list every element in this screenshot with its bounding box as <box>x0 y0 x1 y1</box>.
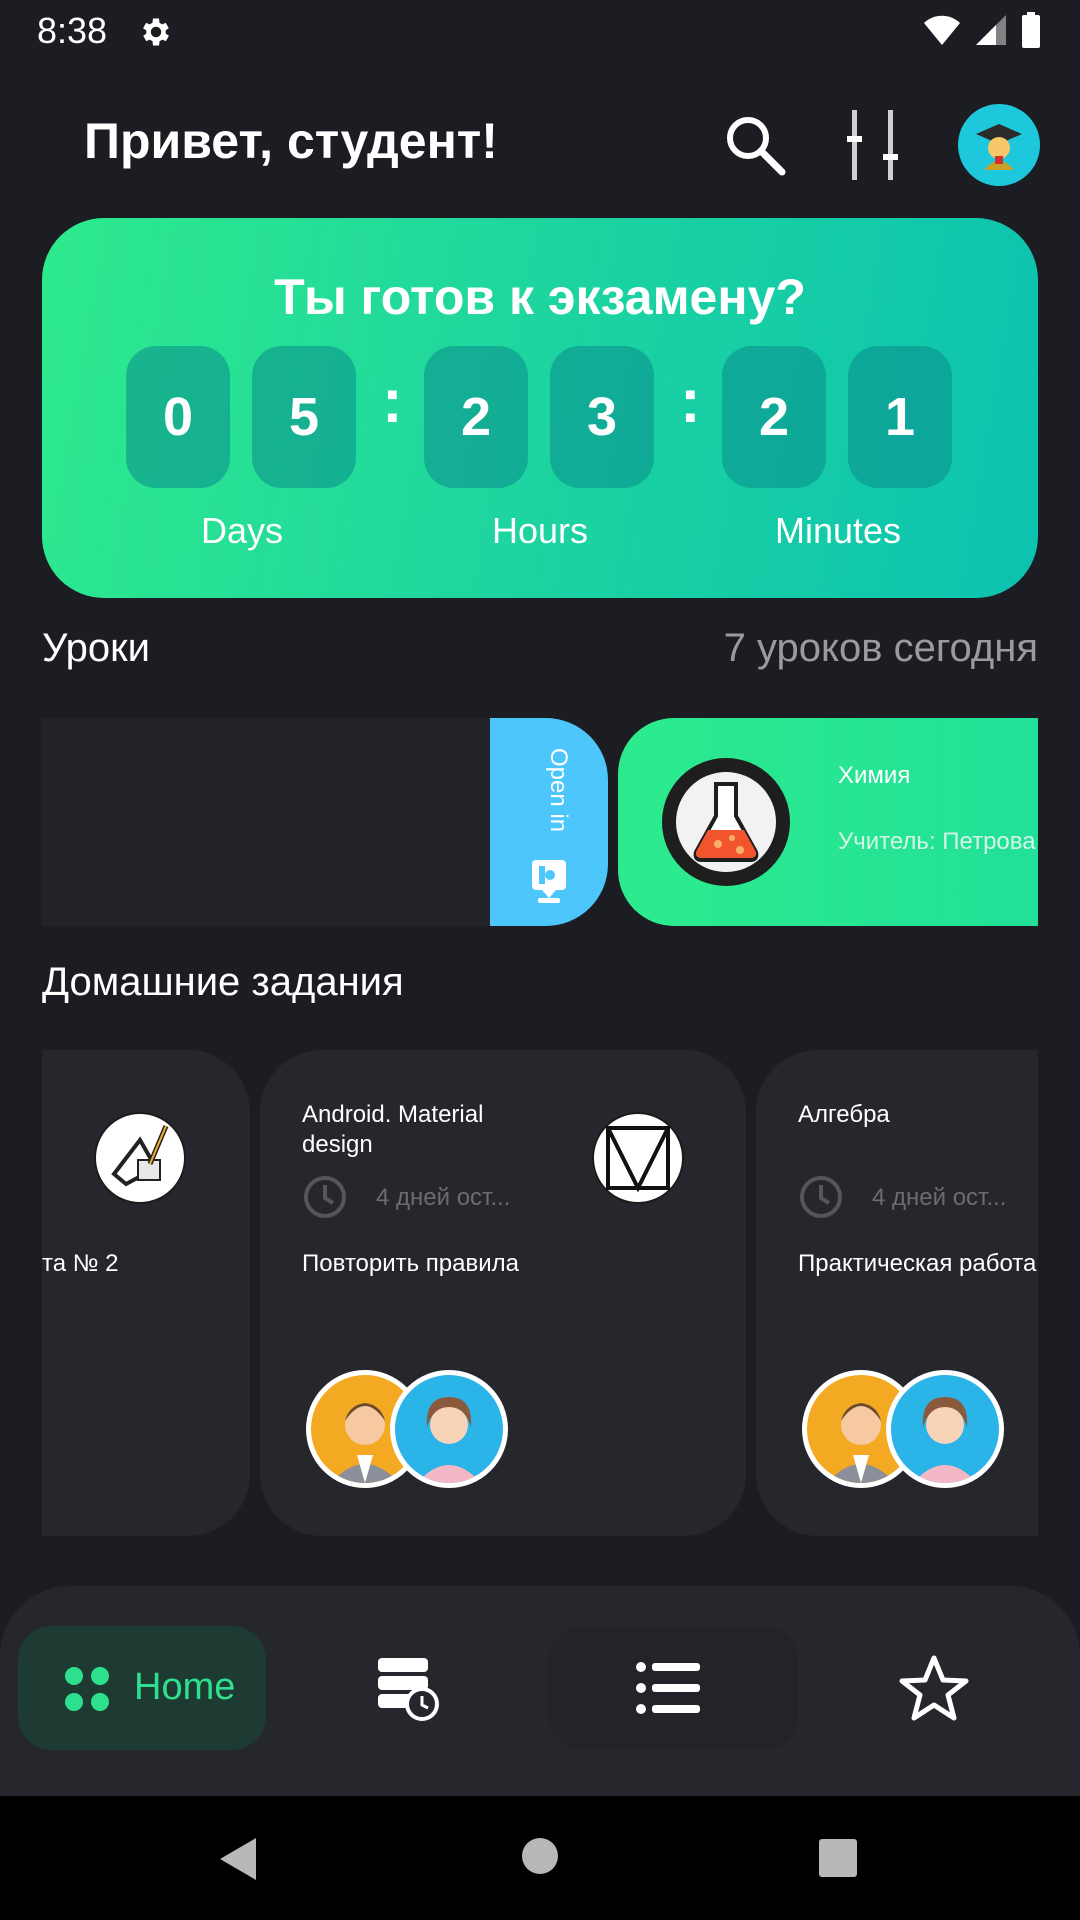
lessons-carousel[interactable]: Open in Химия Учитель: Петрова <box>42 718 1038 926</box>
nav-list-button[interactable] <box>606 1626 730 1750</box>
star-icon <box>899 1655 969 1721</box>
exam-countdown-title: Ты готов к экзамену? <box>274 269 806 325</box>
bottom-navigation: Home <box>0 1586 1080 1796</box>
geometry-drawing-graphic <box>111 1125 169 1187</box>
recents-square-icon[interactable] <box>818 1838 858 1878</box>
nav-home-label: Home <box>134 1666 236 1708</box>
homework-subject: Алгебра <box>798 1101 890 1128</box>
days-digit-2: 5 <box>252 346 356 488</box>
female-avatar-graphic <box>417 1397 481 1483</box>
filter-sliders-icon[interactable] <box>840 110 904 180</box>
exam-countdown-card[interactable]: Ты готов к экзамену? 0 5 : 2 3 : 2 1 Day… <box>42 218 1038 598</box>
time-separator: : <box>680 367 701 436</box>
homework-section-title: Домашние задания <box>42 960 404 1004</box>
app-screen: 8:38 Привет, студент! Ты готов к экзамен… <box>0 0 1080 1920</box>
homework-card[interactable]: та № 2 <box>42 1050 250 1536</box>
search-icon[interactable] <box>722 112 788 178</box>
lesson-card-chemistry[interactable]: Химия Учитель: Петрова <box>618 718 1038 926</box>
homework-task: Повторить правила <box>302 1250 520 1277</box>
female-avatar-icon <box>390 1370 508 1488</box>
greeting-title: Привет, студент! <box>84 113 498 169</box>
student-avatar[interactable] <box>958 104 1040 186</box>
status-time: 8:38 <box>37 10 108 51</box>
hours-digit-2: 3 <box>550 346 654 488</box>
homework-task: Практическая работа <box>798 1250 1037 1277</box>
nav-home-button[interactable]: Home <box>18 1626 266 1750</box>
hours-label: Hours <box>491 510 589 551</box>
settings-gear-icon <box>143 18 169 46</box>
days-digit-1: 0 <box>126 346 230 488</box>
schedule-icon <box>378 1658 439 1721</box>
home-dots-icon <box>65 1667 109 1711</box>
back-icon[interactable] <box>216 1836 260 1882</box>
lesson-teacher: Учитель: Петрова <box>838 828 1036 855</box>
lessons-count: 7 уроков сегодня <box>723 626 1038 670</box>
hours-digit-1: 2 <box>424 346 528 488</box>
status-bar: 8:38 <box>0 0 1080 64</box>
female-avatar-icon <box>886 1370 1004 1488</box>
days-label: Days <box>200 510 284 551</box>
open-in-button[interactable]: Open in <box>490 718 608 926</box>
geometry-drawing-icon <box>94 1112 186 1204</box>
video-call-icon <box>532 860 566 903</box>
list-icon <box>636 1662 700 1714</box>
chemistry-flask-icon <box>662 758 790 886</box>
clock-icon <box>800 1176 842 1218</box>
signal-icon <box>976 15 1006 45</box>
time-separator: : <box>382 367 403 436</box>
lessons-section-title: Уроки <box>42 626 150 670</box>
homework-subject: Android. Material design <box>302 1101 484 1158</box>
homework-carousel[interactable]: та № 2 Android. Material design 4 дней о… <box>42 1050 1038 1536</box>
nav-favorites-button[interactable] <box>872 1626 996 1750</box>
lesson-card-previous[interactable] <box>42 718 490 926</box>
nav-schedule-button[interactable] <box>346 1626 470 1750</box>
minutes-digit-2: 1 <box>848 346 952 488</box>
status-icons <box>922 12 1042 48</box>
clock-icon <box>304 1176 346 1218</box>
homework-card-algebra[interactable]: Алгебра 4 дней ост... Практическая работ… <box>756 1050 1038 1536</box>
material-design-logo-icon <box>592 1112 684 1204</box>
lesson-subject: Химия <box>838 762 911 789</box>
battery-icon <box>1022 12 1040 48</box>
student-graduate-icon <box>976 124 1022 170</box>
system-navigation-bar <box>0 1796 1080 1920</box>
wifi-icon <box>924 15 960 45</box>
minutes-label: Minutes <box>774 510 902 551</box>
open-in-label: Open in <box>545 748 572 833</box>
material-logo-graphic <box>606 1126 670 1193</box>
minutes-digit-1: 2 <box>722 346 826 488</box>
female-avatar-graphic <box>913 1397 977 1483</box>
homework-deadline: 4 дней ост... <box>376 1184 511 1211</box>
homework-card-android[interactable]: Android. Material design 4 дней ост... П… <box>260 1050 746 1536</box>
home-circle-icon[interactable] <box>520 1836 560 1876</box>
homework-task: та № 2 <box>42 1250 119 1277</box>
homework-deadline: 4 дней ост... <box>872 1184 1007 1211</box>
